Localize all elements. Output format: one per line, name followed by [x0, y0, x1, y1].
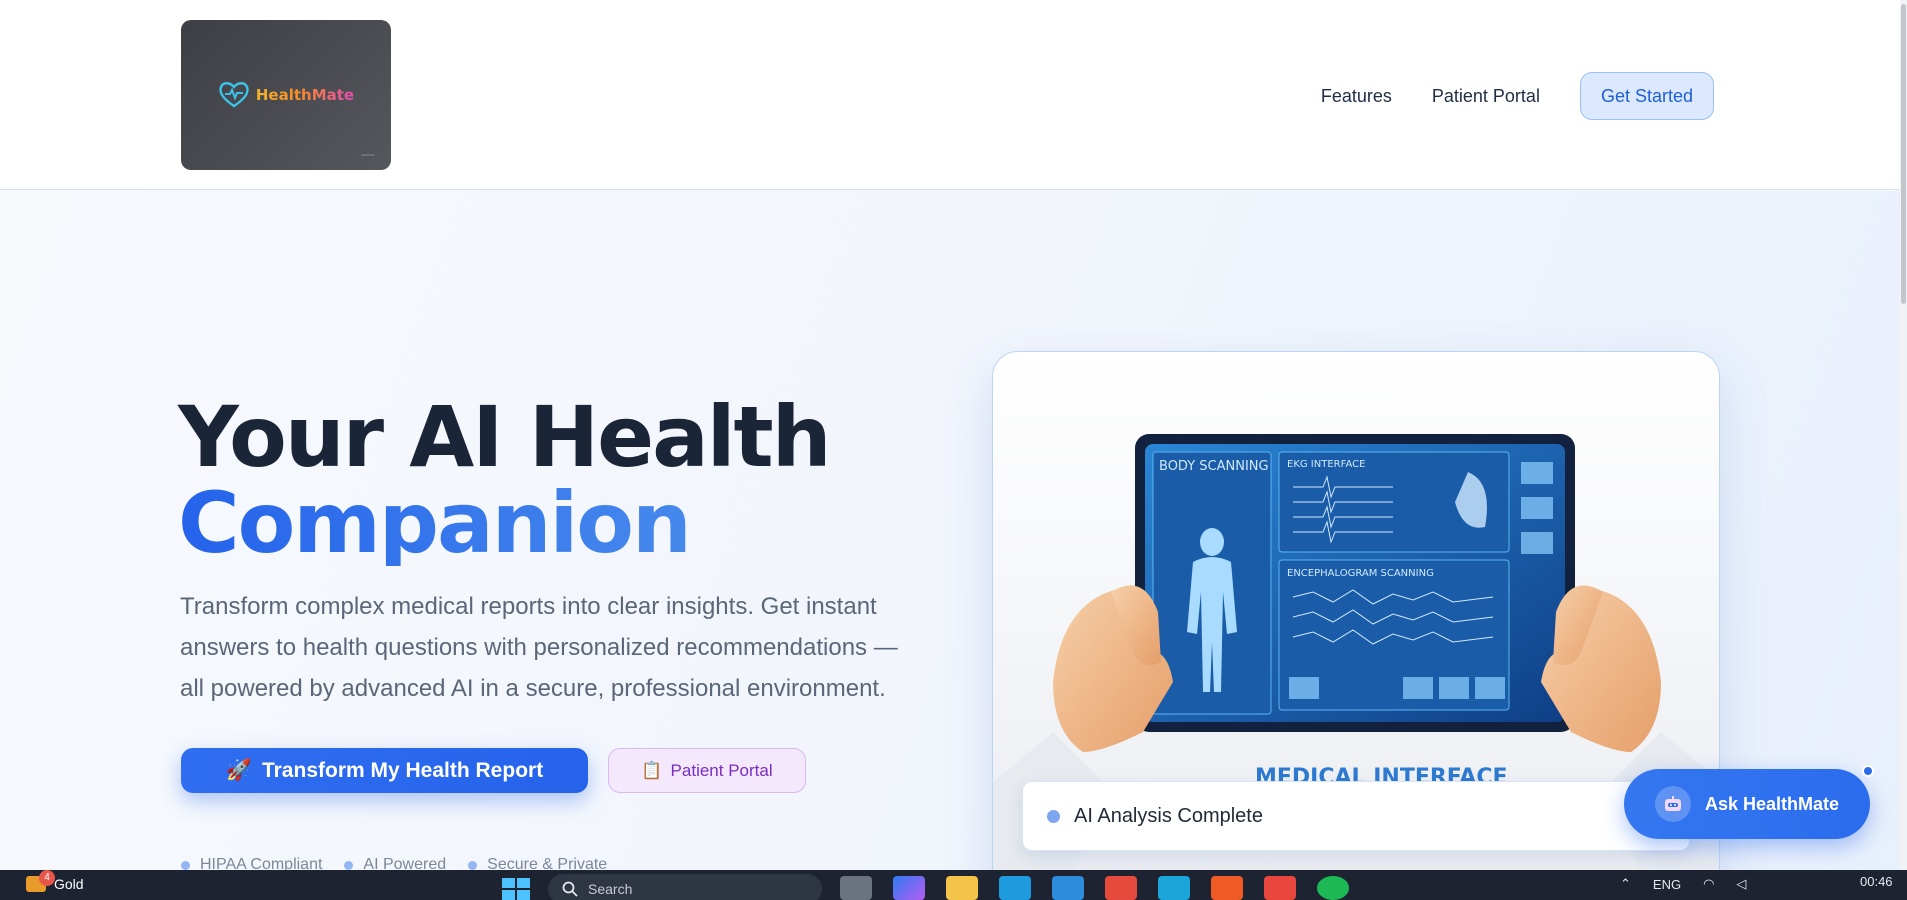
ask-healthmate-label: Ask HealthMate [1704, 793, 1840, 814]
robot-icon [1654, 786, 1691, 822]
nav-patient-portal-link[interactable]: Patient Portal [1432, 86, 1540, 107]
hero-title: Your AI Health Companion [178, 394, 832, 566]
weather-badge: 4 [39, 870, 55, 886]
status-dot-icon [1047, 809, 1060, 823]
scrollbar-thumb[interactable] [1901, 4, 1906, 304]
notification-dot [1862, 765, 1874, 777]
browser-icon[interactable] [1158, 876, 1190, 900]
ekg-interface-text: EKG INTERFACE [1287, 459, 1365, 470]
edge-icon[interactable] [999, 876, 1031, 900]
weather-widget[interactable]: 4 Gold [26, 870, 84, 892]
wifi-icon[interactable]: ◠ [1703, 876, 1714, 892]
brand-logo[interactable]: HealthMate [181, 20, 391, 170]
rocket-icon: 🚀 [225, 758, 252, 782]
taskbar-search-placeholder: Search [588, 881, 633, 897]
brand-name: HealthMate [255, 86, 355, 104]
file-explorer-icon[interactable] [946, 876, 978, 900]
body-scanning-text: BODY SCANNING [1159, 459, 1269, 474]
dot-icon [181, 860, 190, 870]
store-icon[interactable] [1052, 876, 1084, 900]
spotify-icon[interactable] [1317, 876, 1349, 900]
transform-report-label: Transform My Health Report [261, 758, 544, 782]
site-header: HealthMate Features Patient Portal Get S… [0, 0, 1900, 190]
pinned-apps [840, 876, 1349, 900]
os-taskbar: 4 Gold Search ⌃ ENG ◠ ◁ 00:46 [0, 870, 1907, 900]
chrome-icon[interactable] [1264, 876, 1296, 900]
task-view-icon[interactable] [840, 876, 872, 900]
language-indicator[interactable]: ENG [1653, 877, 1681, 892]
clipboard-icon: 📋 [641, 760, 663, 780]
patient-portal-label: Patient Portal [670, 760, 773, 780]
hero-title-line1: Your AI Health [178, 388, 832, 486]
main-nav: Features Patient Portal Get Started [1321, 72, 1714, 120]
brave-icon[interactable] [1211, 876, 1243, 900]
chevron-up-icon[interactable]: ⌃ [1620, 876, 1631, 892]
weather-label: Gold [54, 876, 84, 892]
ask-healthmate-button[interactable]: Ask HealthMate [1624, 769, 1870, 839]
logo-watermark [361, 154, 375, 156]
windows-start-icon[interactable] [502, 878, 530, 900]
dot-icon [468, 860, 478, 870]
transform-report-button[interactable]: 🚀 Transform My Health Report [181, 748, 588, 793]
office-icon[interactable] [1105, 876, 1137, 900]
volume-icon[interactable]: ◁ [1736, 876, 1746, 892]
hero-title-line2: Companion [178, 480, 830, 566]
hero-subtitle: Transform complex medical reports into c… [180, 593, 898, 702]
encephalogram-text: ENCEPHALOGRAM SCANNING [1287, 568, 1434, 579]
analysis-status-pill: AI Analysis Complete [1022, 781, 1690, 851]
analysis-status-label: AI Analysis Complete [1074, 804, 1263, 827]
system-tray: ⌃ ENG ◠ ◁ [1620, 876, 1746, 892]
patient-portal-button[interactable]: 📋 Patient Portal [608, 748, 806, 793]
get-started-button[interactable]: Get Started [1579, 72, 1714, 120]
taskbar-search[interactable]: Search [548, 874, 822, 900]
copilot-icon[interactable] [893, 876, 925, 900]
search-icon [562, 881, 578, 897]
heart-pulse-icon [219, 82, 249, 108]
taskbar-clock[interactable]: 00:46 [1860, 874, 1893, 889]
dot-icon [344, 860, 354, 870]
nav-features-link[interactable]: Features [1321, 86, 1392, 107]
weather-icon: 4 [26, 870, 55, 892]
